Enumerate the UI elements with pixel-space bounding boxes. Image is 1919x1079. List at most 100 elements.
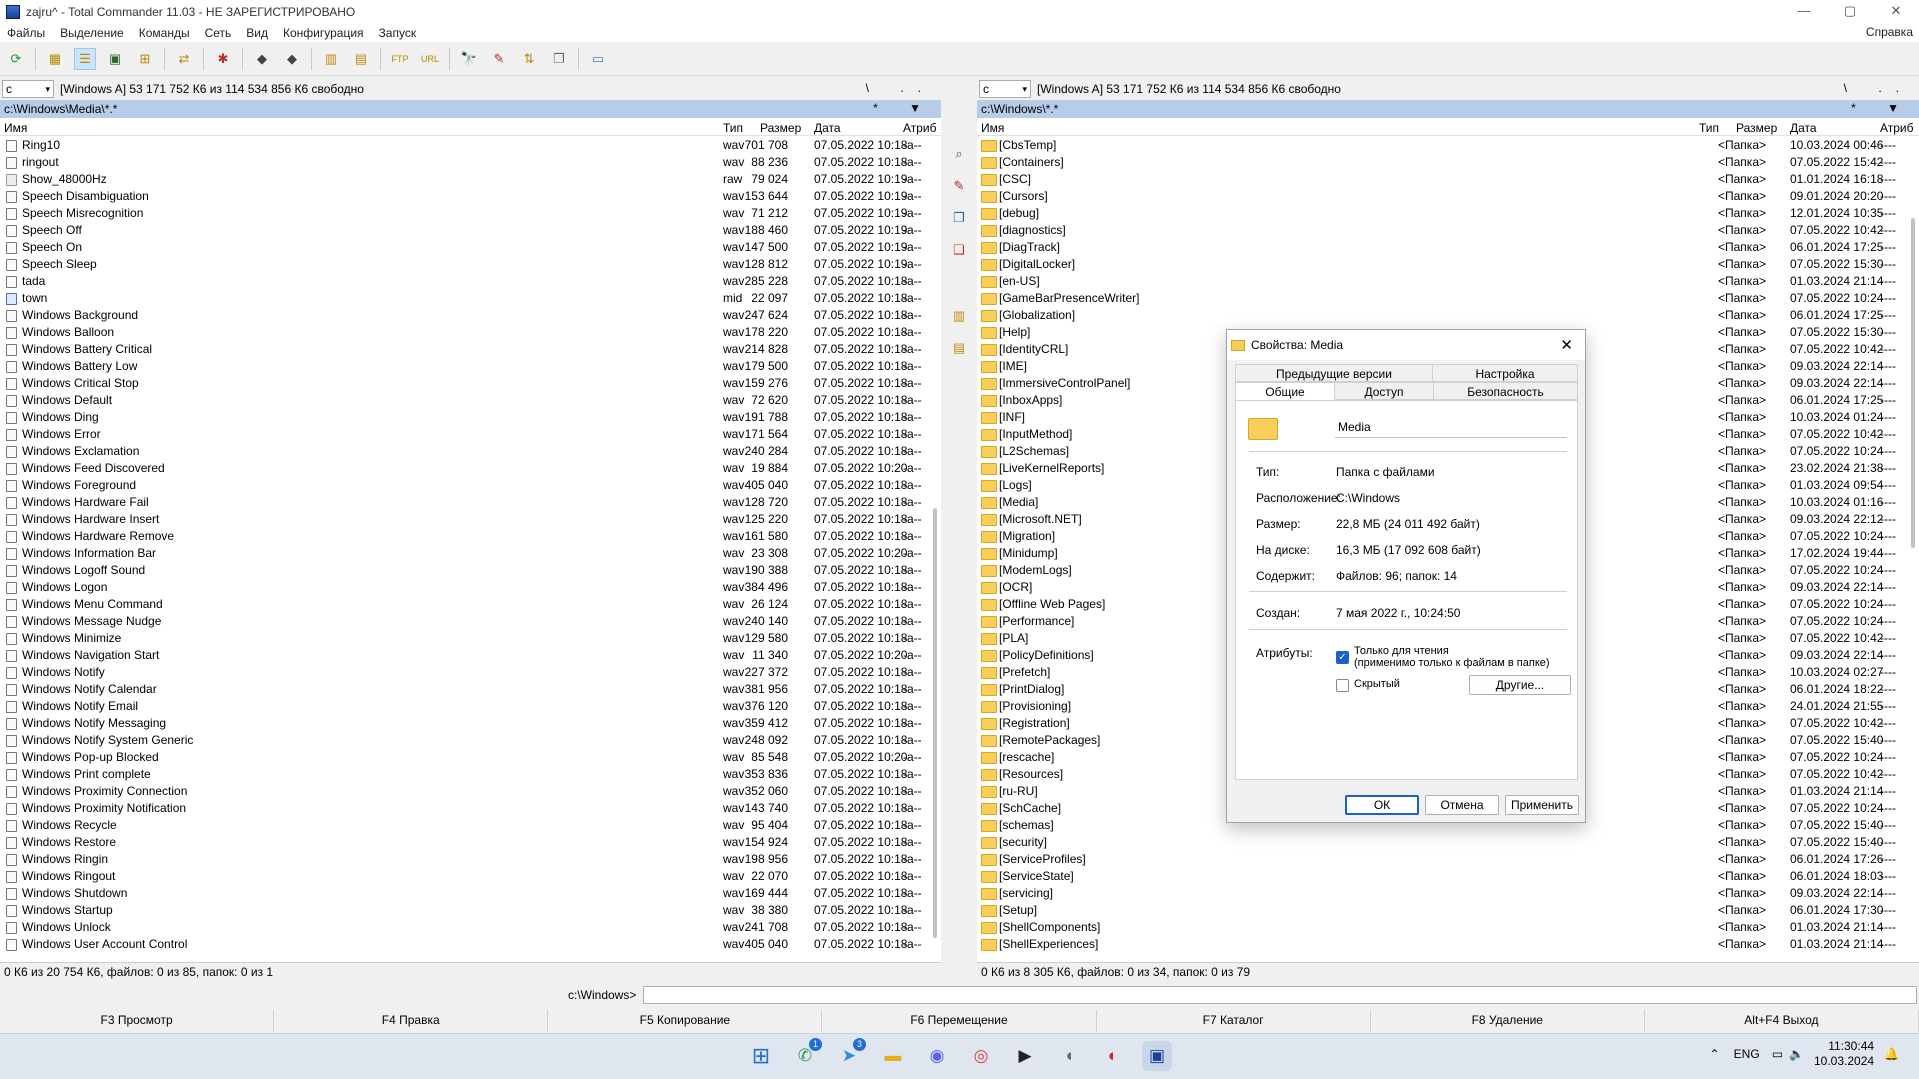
file-row[interactable]: [CSC] <Папка> 01.01.2024 16:18 ----	[977, 171, 1919, 188]
f4-edit-button[interactable]: F4 Правка	[274, 1010, 549, 1032]
menu-view[interactable]: Вид	[239, 26, 276, 40]
file-row[interactable]: town mid 22 097 07.05.2022 10:18 -a--	[0, 290, 941, 307]
file-row[interactable]: Windows Notify System Generic wav 248 092 0…	[0, 732, 941, 749]
url-connect-icon[interactable]: URL	[419, 48, 441, 70]
left-path-history[interactable]: * ▼	[873, 101, 935, 115]
menu-start[interactable]: Запуск	[372, 26, 425, 40]
left-drive-select[interactable]: c ▾	[2, 80, 54, 98]
edit-icon[interactable]: ✎	[950, 178, 968, 196]
file-row[interactable]: [ServiceProfiles] <Папка> 06.01.2024 17:26…	[977, 851, 1919, 868]
file-row[interactable]: [GameBarPresenceWriter] <Папка> 07.05.2022…	[977, 290, 1919, 307]
unpack-icon[interactable]: ▤	[350, 48, 372, 70]
file-row[interactable]: Windows Menu Command wav 26 124 07.05.2022 …	[0, 596, 941, 613]
col-size[interactable]: Размер	[760, 121, 801, 135]
file-row[interactable]: Windows Restore wav 154 924 07.05.2022 10:1…	[0, 834, 941, 851]
file-row[interactable]: Windows Hardware Insert wav 125 220 07.05.2…	[0, 511, 941, 528]
col-attr[interactable]: Атриб	[1880, 121, 1914, 135]
file-row[interactable]: Windows Logon wav 384 496 07.05.2022 10:18-…	[0, 579, 941, 596]
f6-move-button[interactable]: F6 Перемещение	[822, 1010, 1097, 1032]
file-row[interactable]: Windows Shutdown wav 169 444 07.05.2022 10:…	[0, 885, 941, 902]
file-row[interactable]: [DigitalLocker] <Папка> 07.05.2022 15:30 --…	[977, 256, 1919, 273]
left-path-bar[interactable]: c:\Windows\Media\*.* * ▼	[0, 100, 941, 118]
file-row[interactable]: Windows Hardware Remove wav 161 580 07.05.2…	[0, 528, 941, 545]
forward-icon[interactable]: ◆	[281, 48, 303, 70]
file-row[interactable]: [ServiceState] <Папка> 06.01.2024 18:03 ---…	[977, 868, 1919, 885]
file-row[interactable]: Windows Proximity Notification wav 143 740…	[0, 800, 941, 817]
search-icon[interactable]: 🔭	[458, 48, 480, 70]
file-row[interactable]: Windows Notify wav 227 372 07.05.2022 10:18…	[0, 664, 941, 681]
file-row[interactable]: ringout wav 88 236 07.05.2022 10:18 -a--	[0, 154, 941, 171]
file-row[interactable]: Windows Hardware Fail wav 128 720 07.05.202…	[0, 494, 941, 511]
file-row[interactable]: Windows Notify Messaging wav 359 412 07.05.…	[0, 715, 941, 732]
brief-view-icon[interactable]: ▦	[44, 48, 66, 70]
file-row[interactable]: [diagnostics] <Папка> 07.05.2022 10:42 ----	[977, 222, 1919, 239]
copy-names-icon[interactable]: ❐	[548, 48, 570, 70]
menu-configuration[interactable]: Конфигурация	[276, 26, 372, 40]
left-scrollbar[interactable]	[933, 508, 937, 938]
ftp-connect-icon[interactable]: FTP	[389, 48, 411, 70]
file-row[interactable]: [Containers] <Папка> 07.05.2022 15:42 ----	[977, 154, 1919, 171]
command-input[interactable]	[643, 986, 1917, 1004]
total-commander-icon[interactable]: ▣	[1142, 1041, 1172, 1071]
file-row[interactable]: Windows Background wav 247 624 07.05.2022 1…	[0, 307, 941, 324]
system-clock[interactable]: 11:30:44 10.03.2024	[1814, 1039, 1874, 1069]
discord-icon[interactable]: ◉	[922, 1041, 952, 1071]
file-row[interactable]: Windows Print complete wav 353 836 07.05.20…	[0, 766, 941, 783]
full-view-icon[interactable]: ☰	[74, 47, 96, 70]
file-row[interactable]: Windows Message Nudge wav 240 140 07.05.202…	[0, 613, 941, 630]
apply-button[interactable]: Применить	[1505, 795, 1579, 815]
view-icon[interactable]: ⌕	[950, 146, 968, 164]
sync-dirs-icon[interactable]: ⇅	[518, 48, 540, 70]
file-row[interactable]: Show_48000Hz raw 79 024 07.05.2022 10:19 -a-…	[0, 171, 941, 188]
move-icon[interactable]: ❏	[950, 242, 968, 260]
readonly-checkbox[interactable]: ✓	[1336, 651, 1349, 664]
file-row[interactable]: Windows Balloon wav 178 220 07.05.2022 10:1…	[0, 324, 941, 341]
tab-security[interactable]: Безопасность	[1433, 382, 1578, 400]
tab-customize[interactable]: Настройка	[1432, 364, 1578, 382]
volume-icon[interactable]: 🔈	[1789, 1047, 1804, 1061]
telegram-icon[interactable]: ➤ 3	[834, 1038, 866, 1071]
file-row[interactable]: Windows Notify Calendar wav 381 956 07.05.2…	[0, 681, 941, 698]
file-row[interactable]: [CbsTemp] <Папка> 10.03.2024 00:46 ----	[977, 137, 1919, 154]
file-row[interactable]: Windows Navigation Start wav 11 340 07.05.2…	[0, 647, 941, 664]
dialog-close-icon[interactable]: ✕	[1560, 336, 1573, 354]
hidden-checkbox[interactable]	[1336, 679, 1349, 692]
refresh-icon[interactable]: ⟳	[5, 48, 27, 70]
file-row[interactable]: Windows Ding wav 191 788 07.05.2022 10:18 -a…	[0, 409, 941, 426]
chrome-icon[interactable]: ◎	[966, 1041, 996, 1071]
file-row[interactable]: Windows Critical Stop wav 159 276 07.05.202…	[0, 375, 941, 392]
file-row[interactable]: [servicing] <Папка> 09.03.2024 22:14 ----	[977, 885, 1919, 902]
file-row[interactable]: Speech Misrecognition wav 71 212 07.05.2022…	[0, 205, 941, 222]
file-row[interactable]: Windows Ringout wav 22 070 07.05.2022 10:18…	[0, 868, 941, 885]
f3-view-button[interactable]: F3 Просмотр	[0, 1010, 275, 1032]
file-row[interactable]: Speech Sleep wav 128 812 07.05.2022 10:19 -a…	[0, 256, 941, 273]
col-size[interactable]: Размер	[1736, 121, 1777, 135]
file-row[interactable]: [Globalization] <Папка> 06.01.2024 17:25 --…	[977, 307, 1919, 324]
file-row[interactable]: [ShellExperiences] <Папка> 01.03.2024 21:1…	[977, 936, 1919, 953]
file-row[interactable]: [debug] <Папка> 12.01.2024 10:35 ----	[977, 205, 1919, 222]
mouse-icon[interactable]: ◖	[1054, 1041, 1084, 1071]
right-scrollbar[interactable]	[1911, 218, 1915, 548]
new-folder-icon[interactable]: ▥	[950, 308, 968, 326]
file-row[interactable]: Speech Disambiguation wav 153 644 07.05.202…	[0, 188, 941, 205]
file-row[interactable]: [en-US] <Папка> 01.03.2024 21:14 ----	[977, 273, 1919, 290]
whatsapp-icon[interactable]: ✆ 1	[790, 1038, 822, 1071]
file-row[interactable]: Windows Pop-up Blocked wav 85 548 07.05.202…	[0, 749, 941, 766]
delete-icon[interactable]: ▤	[950, 340, 968, 358]
copy-icon[interactable]: ❐	[950, 210, 968, 228]
menu-network[interactable]: Сеть	[198, 26, 240, 40]
file-row[interactable]: Windows Error wav 171 564 07.05.2022 10:18-…	[0, 426, 941, 443]
file-row[interactable]: [DiagTrack] <Папка> 06.01.2024 17:25 ----	[977, 239, 1919, 256]
file-row[interactable]: Windows Logoff Sound wav 190 388 07.05.2022…	[0, 562, 941, 579]
invert-selection-icon[interactable]: ⇄	[173, 48, 195, 70]
select-group-icon[interactable]: ✱	[212, 48, 234, 70]
f7-mkdir-button[interactable]: F7 Каталог	[1097, 1010, 1371, 1032]
file-row[interactable]: Windows Battery Low wav 179 500 07.05.2022 …	[0, 358, 941, 375]
file-row[interactable]: Windows Unlock wav 241 708 07.05.2022 10:18…	[0, 919, 941, 936]
right-path-bar[interactable]: c:\Windows\*.* * ▼	[977, 100, 1919, 118]
file-row[interactable]: Windows Default wav 72 620 07.05.2022 10:18…	[0, 392, 941, 409]
col-name[interactable]: Имя	[4, 121, 27, 135]
col-type[interactable]: Тип	[1699, 121, 1719, 135]
file-row[interactable]: Windows Recycle wav 95 404 07.05.2022 10:18…	[0, 817, 941, 834]
file-row[interactable]: Windows Foreground wav 405 040 07.05.2022 1…	[0, 477, 941, 494]
